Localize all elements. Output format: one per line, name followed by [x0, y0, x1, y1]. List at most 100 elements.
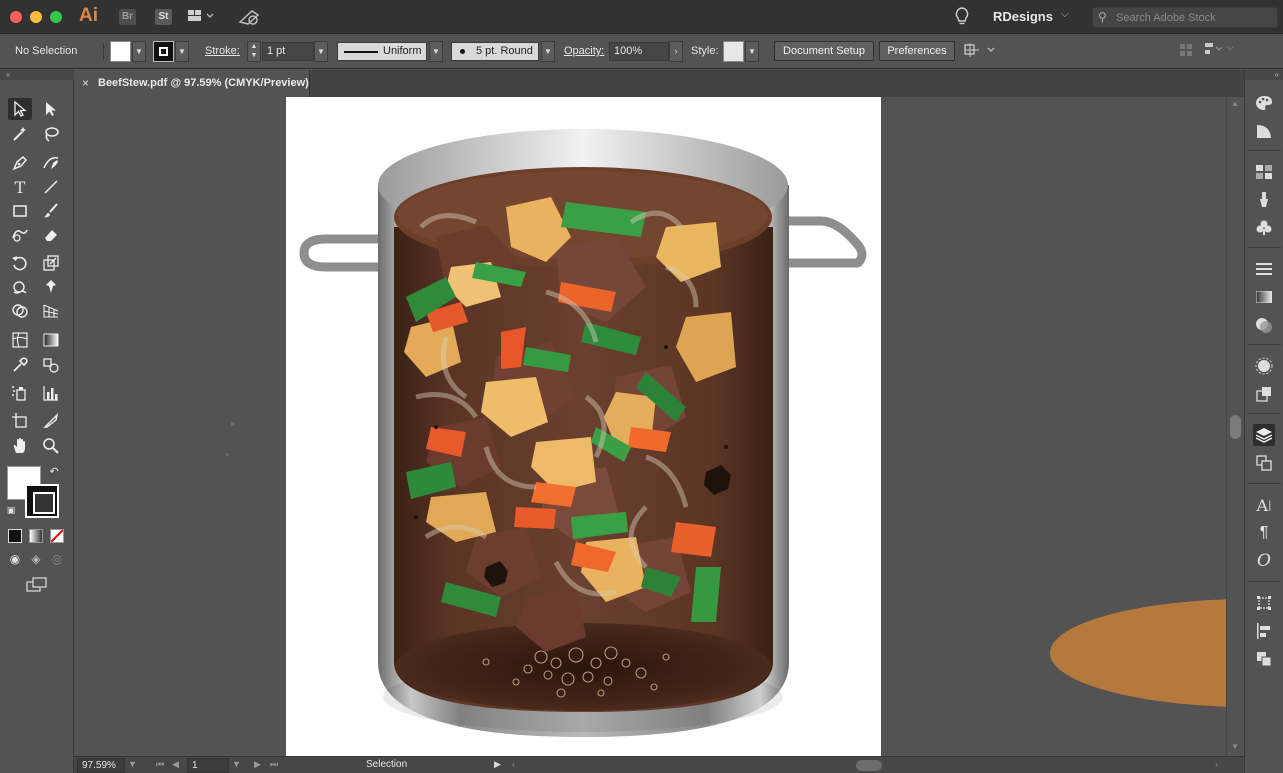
direct-selection-tool-icon[interactable] — [39, 98, 63, 120]
puppet-warp-tool-icon[interactable] — [39, 276, 63, 298]
paragraph-icon[interactable]: ¶ — [1253, 522, 1275, 544]
artboard-tool-icon[interactable] — [8, 410, 32, 432]
character-icon[interactable]: A | — [1253, 494, 1275, 516]
zoom-dropdown-icon[interactable]: ▼ — [128, 759, 137, 769]
transparency-icon[interactable] — [1253, 314, 1275, 336]
eyedropper-tool-icon[interactable] — [8, 354, 32, 376]
paintbrush-tool-icon[interactable] — [39, 200, 63, 222]
grid-icon[interactable] — [1180, 43, 1192, 59]
screen-mode-icon[interactable] — [24, 575, 50, 595]
scroll-up-icon[interactable]: ▲ — [1231, 99, 1239, 108]
first-artboard-icon[interactable]: ⏮ — [156, 759, 164, 770]
perspective-grid-tool-icon[interactable] — [39, 300, 63, 322]
arrange-documents-icon[interactable] — [188, 8, 216, 27]
fill-swatch[interactable] — [110, 41, 131, 62]
opacity-label[interactable]: Opacity: — [564, 45, 604, 57]
stroke-weight-input[interactable]: 1 pt — [262, 42, 314, 61]
gpu-performance-icon[interactable] — [238, 8, 262, 29]
stroke-swatch[interactable] — [153, 41, 174, 62]
gradient-mode-icon[interactable] — [29, 529, 43, 543]
zoom-window-button[interactable] — [50, 11, 62, 23]
draw-inside-icon[interactable]: ◎ — [48, 550, 66, 568]
graphic-styles-icon[interactable] — [1253, 383, 1275, 405]
vertical-scrollbar[interactable]: ▲ ▼ — [1226, 97, 1244, 756]
pen-tool-icon[interactable] — [8, 152, 32, 174]
scale-tool-icon[interactable] — [39, 252, 63, 274]
stroke-color-box[interactable] — [25, 484, 59, 518]
minimize-window-button[interactable] — [30, 11, 42, 23]
chevron-down-icon[interactable]: ⌵ — [1061, 9, 1069, 20]
appearance-icon[interactable] — [1253, 355, 1275, 377]
opacity-input[interactable]: 100% — [609, 42, 669, 61]
type-tool-icon[interactable]: T — [8, 176, 32, 198]
brushes-icon[interactable] — [1253, 188, 1275, 210]
close-icon[interactable]: × — [82, 76, 89, 90]
canvas-area[interactable] — [74, 97, 1226, 756]
color-mode-icon[interactable] — [8, 529, 22, 543]
collapse-panel-icon[interactable]: « — [0, 70, 74, 80]
scroll-down-icon[interactable]: ▼ — [1231, 742, 1239, 751]
warp-tool-icon[interactable] — [8, 276, 32, 298]
lightbulb-icon[interactable] — [955, 7, 969, 29]
artboard-number-field[interactable]: 1 — [187, 758, 229, 773]
bridge-button[interactable]: Br — [119, 9, 136, 25]
search-stock-input[interactable] — [1116, 10, 1274, 25]
eraser-tool-icon[interactable] — [39, 224, 63, 246]
zoom-level-field[interactable]: 97.59% — [77, 758, 125, 773]
transform-icon[interactable] — [1253, 592, 1275, 614]
fill-dropdown[interactable]: ▼ — [132, 41, 146, 62]
color-guide-icon[interactable] — [1253, 120, 1275, 142]
artboards-icon[interactable] — [1253, 452, 1275, 474]
expand-panels-icon[interactable]: « — [1245, 70, 1283, 80]
brush-dropdown[interactable]: ▼ — [541, 41, 555, 62]
draw-normal-icon[interactable]: ◉ — [6, 550, 24, 568]
draw-behind-icon[interactable]: ◈ — [27, 550, 45, 568]
graphic-style-swatch[interactable] — [723, 41, 744, 62]
default-colors-icon[interactable]: ▣ — [4, 503, 18, 517]
curvature-tool-icon[interactable] — [39, 152, 63, 174]
zoom-tool-icon[interactable] — [39, 435, 63, 457]
last-artboard-icon[interactable]: ⏭ — [270, 759, 278, 770]
variable-width-profile[interactable]: Uniform — [337, 42, 427, 61]
vertical-scroll-thumb[interactable] — [1230, 415, 1241, 439]
document-tab[interactable]: × BeefStew.pdf @ 97.59% (CMYK/Preview) — [74, 70, 310, 97]
stroke-panel-icon[interactable] — [1253, 258, 1275, 280]
stock-button[interactable]: St — [155, 9, 172, 25]
align-icon[interactable] — [1253, 620, 1275, 642]
stroke-weight-dropdown[interactable]: ▼ — [314, 41, 328, 62]
preferences-button[interactable]: Preferences — [879, 41, 955, 61]
rectangle-tool-icon[interactable] — [8, 200, 32, 222]
document-setup-button[interactable]: Document Setup — [774, 41, 874, 61]
brush-definition[interactable]: 5 pt. Round — [451, 42, 539, 61]
align-options-icon[interactable] — [1204, 42, 1234, 59]
style-dropdown[interactable]: ▼ — [745, 41, 759, 62]
swatches-icon[interactable] — [1253, 161, 1275, 183]
column-graph-tool-icon[interactable] — [39, 382, 63, 404]
hand-tool-icon[interactable] — [8, 435, 32, 457]
selection-tool-icon[interactable] — [8, 98, 32, 120]
profile-dropdown[interactable]: ▼ — [429, 41, 443, 62]
lasso-tool-icon[interactable] — [39, 123, 63, 145]
artboard-dropdown-icon[interactable]: ▼ — [232, 759, 241, 769]
status-menu-icon[interactable]: ▶ — [494, 759, 501, 770]
color-panel-icon[interactable] — [1253, 92, 1275, 114]
opacity-arrow[interactable]: › — [669, 41, 683, 62]
workspace-switcher[interactable]: RDesigns — [993, 9, 1053, 24]
shaper-tool-icon[interactable] — [8, 224, 32, 246]
previous-artboard-icon[interactable]: ◀ — [172, 759, 179, 770]
blend-tool-icon[interactable] — [39, 354, 63, 376]
stray-ellipse-shape[interactable] — [1050, 597, 1226, 709]
gradient-tool-icon[interactable] — [39, 329, 63, 351]
pathfinder-icon[interactable] — [1253, 648, 1275, 670]
swap-fill-stroke-icon[interactable]: ↶ — [46, 463, 62, 479]
stroke-weight-stepper[interactable]: ▲ ▼ — [247, 41, 261, 62]
stroke-label[interactable]: Stroke: — [205, 45, 240, 57]
line-segment-tool-icon[interactable] — [39, 176, 63, 198]
current-tool-status[interactable]: Selection — [366, 759, 407, 770]
scroll-left-icon[interactable]: ‹ — [512, 759, 515, 769]
symbol-sprayer-tool-icon[interactable] — [8, 382, 32, 404]
search-stock-box[interactable]: ⚲ — [1092, 7, 1278, 28]
stroke-swatch-dropdown[interactable]: ▼ — [175, 41, 189, 62]
symbols-icon[interactable] — [1253, 216, 1275, 238]
next-artboard-icon[interactable]: ▶ — [254, 759, 261, 770]
